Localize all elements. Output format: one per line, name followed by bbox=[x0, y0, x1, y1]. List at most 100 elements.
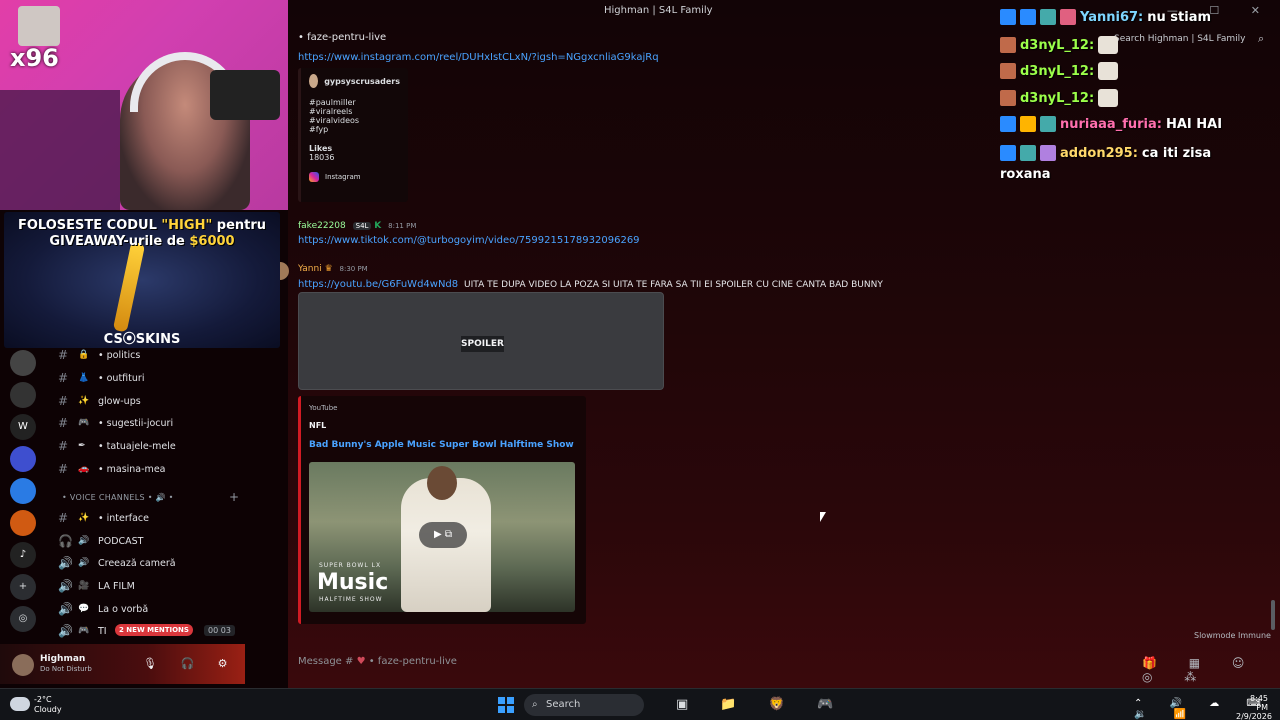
voice-channel[interactable]: 🔊 🎥 LA FILM bbox=[58, 579, 135, 593]
server-icon[interactable] bbox=[10, 478, 36, 504]
knife-graphic bbox=[112, 241, 146, 333]
weather-desc[interactable]: Cloudy bbox=[34, 705, 62, 714]
server-icon[interactable] bbox=[10, 446, 36, 472]
microphone bbox=[210, 70, 280, 120]
server-icon[interactable]: W bbox=[10, 414, 36, 440]
composer-toolbar[interactable]: 🎁 ▦ ☺ ◎ ⁂ bbox=[1142, 656, 1280, 684]
voice-channel[interactable]: 🎧 🔊 PODCAST bbox=[58, 534, 144, 548]
user-controls[interactable]: 🎙 🎧 ⚙ bbox=[143, 657, 238, 670]
cat-emote bbox=[1098, 62, 1119, 80]
message-author[interactable]: Yanni bbox=[298, 264, 322, 274]
cam-background bbox=[0, 90, 120, 210]
timestamp: 8:11 PM bbox=[388, 222, 417, 230]
embed-avatar bbox=[309, 74, 319, 88]
chat-user: d3nyL_12: bbox=[1020, 90, 1095, 106]
chat-message: d3nyL_12: bbox=[1000, 36, 1119, 54]
server-icon[interactable]: ♪ bbox=[10, 542, 36, 568]
server-icon[interactable] bbox=[10, 510, 36, 536]
play-icon[interactable]: ▶ ⧉ bbox=[419, 522, 467, 548]
spoiler-label: SPOILER bbox=[461, 336, 504, 352]
cloud-icon[interactable] bbox=[10, 697, 30, 711]
user-status: Do Not Disturb bbox=[40, 665, 92, 673]
mentions-badge[interactable]: 2 NEW MENTIONS bbox=[115, 624, 193, 636]
cat-emote bbox=[1098, 89, 1119, 107]
thumb-caption: HALFTIME SHOW bbox=[319, 596, 383, 603]
likes-value: 18036 bbox=[309, 153, 335, 162]
add-server-icon[interactable]: + bbox=[10, 574, 36, 600]
channel-item[interactable]: # ✨ glow-ups bbox=[58, 394, 141, 408]
embed-title[interactable]: Bad Bunny's Apple Music Super Bowl Halft… bbox=[309, 440, 574, 450]
channel-item[interactable]: # ✨ • interface bbox=[58, 511, 149, 525]
search-input[interactable]: Search Highman | S4L Family bbox=[1108, 31, 1272, 47]
discover-icon[interactable]: ◎ bbox=[10, 606, 36, 632]
search-icon: ⌕ bbox=[532, 699, 538, 710]
server-rail: W ♪ + ◎ bbox=[8, 350, 42, 638]
webcam-overlay: x96 bbox=[0, 0, 288, 210]
start-icon[interactable] bbox=[498, 697, 514, 713]
message-content: https://youtu.be/G6FuWd4wNd8 UITA TE DUP… bbox=[298, 279, 883, 290]
embed-tag: #paulmiller bbox=[309, 98, 356, 107]
counter-avatar bbox=[18, 6, 60, 46]
message-author[interactable]: fake22208 bbox=[298, 221, 346, 231]
counter-text: x96 bbox=[10, 44, 59, 72]
create-channel-icon[interactable]: + bbox=[229, 490, 239, 504]
spoiler-block[interactable]: SPOILER bbox=[298, 292, 664, 390]
message-link[interactable]: https://www.tiktok.com/@turbogoyim/video… bbox=[298, 235, 640, 246]
embed-tag: #viralvideos bbox=[309, 116, 360, 125]
taskbar: -2°C Cloudy ⌕ Search ▣ 📁 🦁 🎮 ⌃ 🔊 ☁ ⌨ 🔉 📶 … bbox=[0, 688, 1280, 720]
scrollbar[interactable] bbox=[1271, 600, 1275, 630]
embed-author[interactable]: NFL bbox=[309, 421, 326, 430]
chat-message: Yanni67: nu stiam bbox=[1000, 9, 1211, 25]
channel-item[interactable]: # ✒ • tatuajele-mele bbox=[58, 439, 176, 453]
embed-provider: YouTube bbox=[309, 404, 338, 412]
video-thumbnail[interactable]: SUPER BOWL LX Music HALFTIME SHOW ▶ ⧉ bbox=[309, 462, 575, 612]
voice-channel[interactable]: 🔊 💬 La o vorbă bbox=[58, 602, 148, 616]
cat-emote bbox=[1098, 36, 1119, 54]
timestamp: 8:30 PM bbox=[339, 265, 368, 273]
server-icon[interactable] bbox=[10, 382, 36, 408]
clock[interactable]: 8:45 PM 2/9/2026 bbox=[1236, 694, 1272, 720]
embed-author[interactable]: gypsyscrusaders bbox=[324, 77, 400, 86]
server-icon[interactable] bbox=[10, 350, 36, 376]
embed-tag: #fyp bbox=[309, 125, 329, 134]
likes-label: Likes bbox=[309, 144, 333, 153]
ig-link[interactable]: https://www.instagram.com/reel/DUHxIstCL… bbox=[298, 52, 659, 63]
player-head bbox=[427, 466, 457, 500]
weather-temp[interactable]: -2°C bbox=[34, 695, 52, 704]
chat-message: d3nyL_12: bbox=[1000, 89, 1119, 107]
chat-user: Yanni67: bbox=[1080, 9, 1144, 25]
channel-item[interactable]: # 👗 • outfituri bbox=[58, 371, 144, 385]
taskbar-search[interactable]: ⌕ Search bbox=[524, 694, 644, 716]
user-name[interactable]: Highman bbox=[40, 654, 85, 664]
embed-provider: Instagram bbox=[325, 173, 361, 181]
apple-music-logo: Music bbox=[317, 570, 389, 595]
chat-message: nuriaaa_furia: HAI HAI bbox=[1000, 116, 1222, 132]
role-icon: K bbox=[374, 221, 382, 231]
window-title: Highman | S4L Family bbox=[604, 5, 713, 16]
channel-path: • faze-pentru-live bbox=[298, 32, 387, 43]
embed-tag: #viralreels bbox=[309, 107, 353, 116]
channel-item[interactable]: # 🚗 • masina-mea bbox=[58, 462, 165, 476]
voice-channel[interactable]: 🔊 🔊 Creează cameră bbox=[58, 556, 176, 570]
search-icon[interactable]: ⌕ bbox=[1258, 32, 1264, 46]
channel-item[interactable]: # 🎮 • sugestii-jocuri bbox=[58, 416, 173, 430]
youtube-embed: YouTube NFL Bad Bunny's Apple Music Supe… bbox=[298, 396, 586, 624]
user-panel: Highman Do Not Disturb 🎙 🎧 ⚙ bbox=[0, 644, 245, 684]
chat-message: d3nyL_12: bbox=[1000, 62, 1119, 80]
promo-banner: FOLOSESTE CODUL "HIGH" pentru GIVEAWAY-u… bbox=[4, 212, 280, 348]
message-input[interactable]: Message # ♥ • faze-pentru-live bbox=[298, 656, 457, 667]
avatar[interactable] bbox=[12, 654, 34, 676]
chat-user: d3nyL_12: bbox=[1020, 63, 1095, 79]
taskbar-apps[interactable]: ▣ 📁 🦁 🎮 bbox=[676, 697, 847, 712]
chat-user: d3nyL_12: bbox=[1020, 37, 1095, 53]
message-link[interactable]: https://youtu.be/G6FuWd4wNd8 bbox=[298, 279, 458, 290]
channel-item[interactable]: # 🔒 • politics bbox=[58, 348, 140, 362]
chat-message: addon295: ca iti zisa bbox=[1000, 145, 1211, 161]
voice-counter: 00 03 bbox=[204, 625, 235, 636]
instagram-icon bbox=[309, 172, 319, 182]
slowmode-indicator: Slowmode Immune bbox=[1194, 631, 1271, 640]
voice-channel[interactable]: 🔊 🎮 TI bbox=[58, 624, 107, 638]
voice-category[interactable]: • VOICE CHANNELS • 🔊 • bbox=[62, 493, 174, 502]
instagram-embed: gypsyscrusaders #paulmiller #viralreels … bbox=[298, 68, 408, 202]
message-header: fake22208 S4L K 8:11 PM bbox=[298, 221, 416, 231]
